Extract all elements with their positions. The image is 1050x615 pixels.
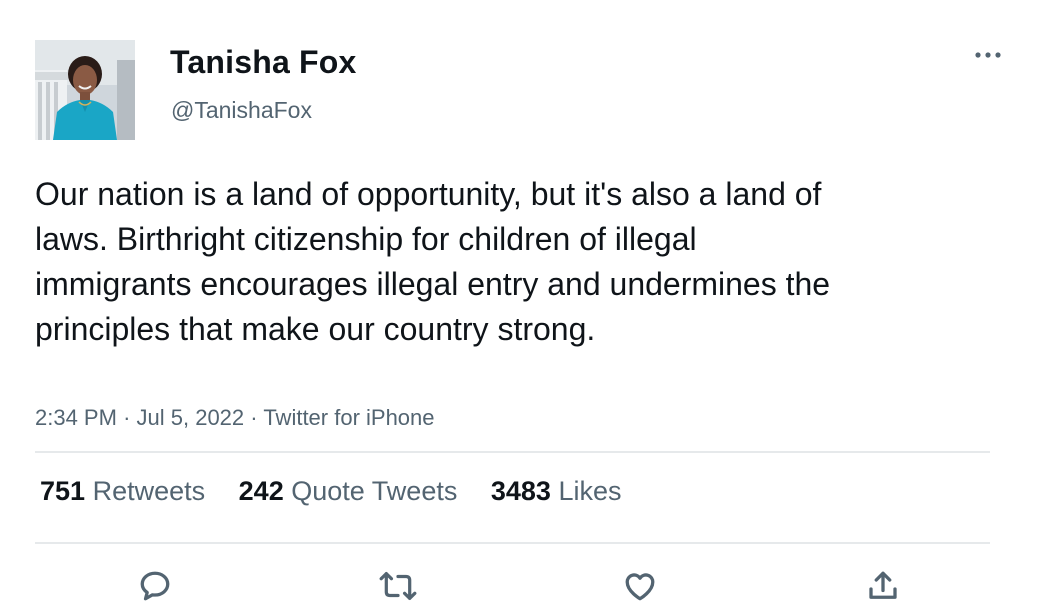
divider — [35, 451, 990, 453]
heart-icon — [625, 573, 655, 601]
quote-tweets-count: 242 — [238, 476, 284, 506]
tweet-source[interactable]: Twitter for iPhone — [263, 405, 434, 430]
quote-tweets-label: Quote Tweets — [291, 476, 458, 506]
meta-separator: · — [123, 405, 131, 430]
share-icon — [869, 571, 897, 599]
divider — [35, 542, 990, 544]
retweet-button[interactable] — [376, 564, 420, 608]
tweet-actions — [0, 560, 1050, 610]
likes-count: 3483 — [490, 476, 551, 506]
retweets-count: 751 — [40, 476, 86, 506]
tweet-detail: Tanisha Fox @TanishaFox Our nation is a … — [0, 0, 1050, 615]
more-horizontal-icon — [975, 52, 1001, 58]
avatar-photo — [35, 40, 135, 140]
meta-separator: · — [250, 405, 258, 430]
retweets-label: Retweets — [92, 476, 206, 506]
likes-label: Likes — [558, 476, 622, 506]
more-options-button[interactable] — [968, 40, 1008, 70]
quote-tweets-stat[interactable]: 242 Quote Tweets — [239, 476, 458, 507]
retweet-icon — [379, 571, 417, 601]
tweet-stats: 751 Retweets 242 Quote Tweets 3483 Likes — [40, 476, 647, 507]
reply-button[interactable] — [133, 564, 177, 608]
tweet-metadata: 2:34 PM · Jul 5, 2022 · Twitter for iPho… — [35, 405, 435, 431]
author-handle[interactable]: @TanishaFox — [171, 97, 312, 124]
share-button[interactable] — [861, 564, 905, 608]
tweet-time[interactable]: 2:34 PM — [35, 405, 117, 430]
retweets-stat[interactable]: 751 Retweets — [40, 476, 205, 507]
reply-icon — [140, 571, 170, 601]
tweet-text: Our nation is a land of opportunity, but… — [35, 176, 831, 347]
author-display-name[interactable]: Tanisha Fox — [170, 44, 357, 81]
like-button[interactable] — [618, 564, 662, 608]
likes-stat[interactable]: 3483 Likes — [491, 476, 622, 507]
tweet-date[interactable]: Jul 5, 2022 — [137, 405, 245, 430]
avatar[interactable] — [35, 40, 135, 140]
